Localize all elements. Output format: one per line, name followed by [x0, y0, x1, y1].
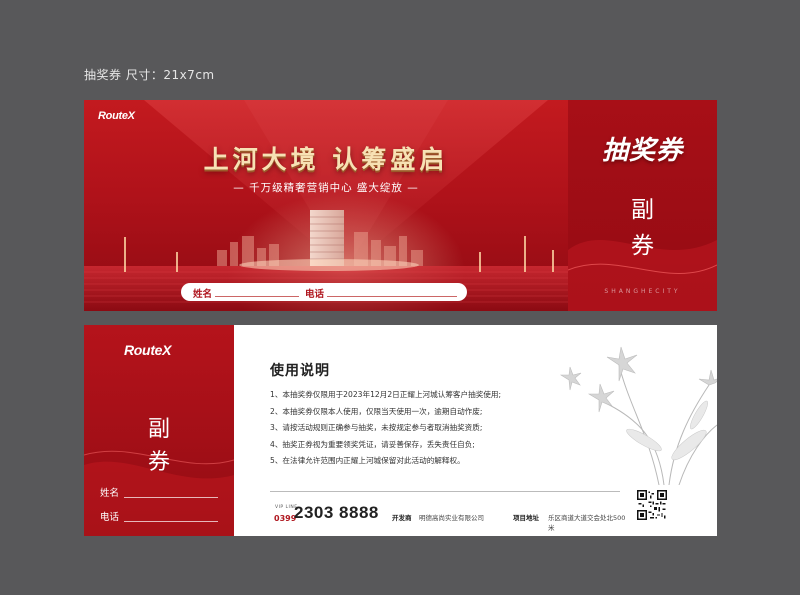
- headline: 上河大境 认筹盛启: [203, 145, 449, 174]
- footer-divider: [270, 491, 620, 492]
- phone-field[interactable]: [124, 521, 218, 522]
- stub-label: 副 券: [568, 192, 717, 264]
- developer-name: 明德高尚实业有限公司: [419, 514, 484, 522]
- lottery-ticket-title: 抽奖券: [601, 136, 683, 166]
- name-field[interactable]: [215, 296, 299, 297]
- instructions-list: 1、本抽奖券仅限用于2023年12月2日正耀上河城认筹客户抽奖使用; 2、本抽奖…: [270, 387, 570, 470]
- stub-label-char-2: 券: [631, 233, 654, 259]
- stage-light-graphic: [84, 100, 568, 311]
- qr-code-icon: [637, 490, 667, 520]
- subheadline: — 千万级精奢营销中心 盛大绽放 —: [233, 182, 419, 194]
- name-label: 姓名: [100, 488, 120, 499]
- ticket-front-stub: 抽奖券 副 券 SHANGHECITY: [568, 100, 717, 311]
- instruction-item: 5、在法律允许范围内正耀上河城保留对此活动的解释权。: [270, 456, 465, 465]
- instruction-item: 2、本抽奖券仅限本人使用，仅限当天使用一次，逾期自动作废;: [270, 406, 483, 416]
- name-field[interactable]: [124, 497, 218, 498]
- instruction-item: 3、请按活动规则正确参与抽奖，未按规定参与者取消抽奖资质;: [270, 423, 483, 432]
- stub-label-char-2: 券: [147, 450, 170, 475]
- page-caption: 抽奖券 尺寸：21x7cm: [84, 68, 215, 82]
- instruction-item: 4、抽奖正券视为重要领奖凭证，请妥善保存，丢失责任自负;: [270, 439, 475, 449]
- hotline-number: 2303 8888: [294, 503, 379, 522]
- brand-logo: RouteX: [124, 342, 172, 358]
- phone-label: 电话: [305, 289, 325, 300]
- instruction-item: 1、本抽奖券仅限用于2023年12月2日正耀上河城认筹客户抽奖使用;: [270, 390, 502, 399]
- name-label: 姓名: [193, 289, 213, 300]
- phone-field[interactable]: [327, 296, 457, 297]
- stub-label: 副 券: [84, 413, 234, 479]
- stub-label-char-1: 副: [147, 417, 170, 442]
- address-text: 乐区商道大道交会处北500米: [548, 514, 626, 532]
- ticket-front: RouteX 上河大境 认筹盛启 — 千万级精奢营销中心 盛大绽放 — 姓名 电…: [84, 100, 717, 311]
- footer-info: VIP LINE 0399 2303 8888 开发商 明德高尚实业有限公司 项…: [270, 503, 630, 532]
- ticket-back-stub: RouteX 副 券 姓名 电话: [84, 325, 234, 536]
- address-label: 项目地址: [513, 514, 539, 522]
- area-code: 0399: [274, 514, 297, 523]
- developer-label: 开发商: [392, 514, 412, 522]
- stub-label-char-1: 副: [631, 197, 654, 223]
- brand-logo: RouteX: [98, 110, 135, 122]
- instructions-title: 使用说明: [270, 363, 330, 379]
- stub-latin-text: SHANGHECITY: [604, 288, 681, 295]
- phone-label: 电话: [100, 512, 120, 523]
- ticket-front-main: RouteX 上河大境 认筹盛启 — 千万级精奢营销中心 盛大绽放 — 姓名 电…: [84, 100, 568, 311]
- name-phone-bar: 姓名 电话: [181, 283, 467, 301]
- ticket-back: RouteX 副 券 姓名 电话 使用说明 1、本抽奖券仅限用于2023年12月…: [84, 325, 717, 536]
